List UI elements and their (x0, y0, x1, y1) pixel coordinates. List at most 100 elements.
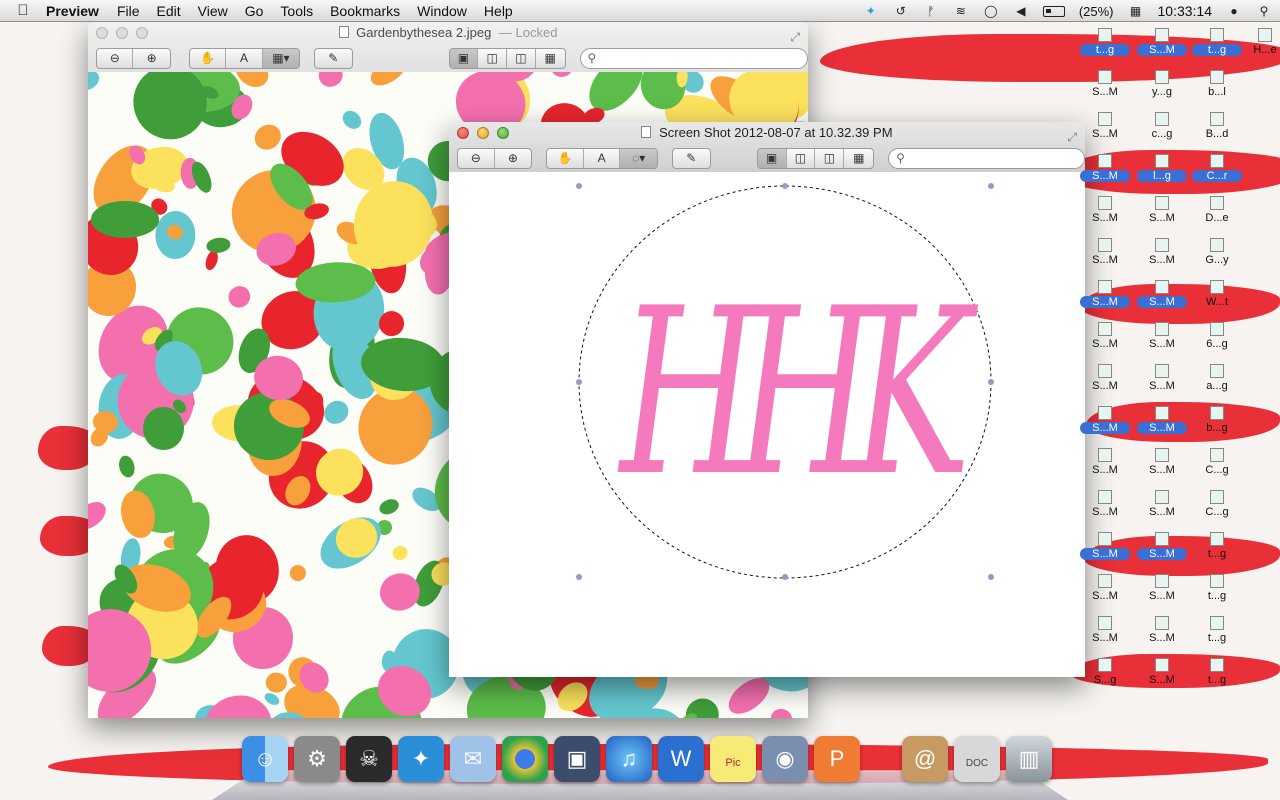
selection-handle[interactable] (988, 574, 994, 580)
desktop-file-icon[interactable]: C...g (1192, 490, 1242, 530)
iphoto-icon[interactable]: ▣ (554, 736, 600, 782)
desktop-file-icon[interactable]: S...M (1080, 532, 1130, 572)
desktop-file-icon[interactable]: S...M (1137, 532, 1187, 572)
desktop-file-icon[interactable]: t...g (1080, 28, 1130, 68)
desktop-file-icon[interactable]: a...g (1192, 364, 1242, 404)
desktop-file-icon[interactable]: S...M (1137, 616, 1187, 656)
desktop-file-icon[interactable]: W...t (1192, 280, 1242, 320)
mail-icon[interactable]: ✉ (450, 736, 496, 782)
desktop-file-icon[interactable]: S...M (1137, 238, 1187, 278)
desktop-file-icon[interactable]: S...M (1080, 364, 1130, 404)
zoom-button[interactable] (136, 27, 148, 39)
move-tool-icon[interactable]: ✋ (547, 148, 584, 168)
desktop-file-icon[interactable]: H...e (1240, 28, 1280, 68)
documents-icon[interactable]: DOC (954, 736, 1000, 782)
image-canvas[interactable]: HHK (449, 172, 1085, 677)
zoom-in-button[interactable]: ⊕ (495, 149, 532, 168)
minimize-button[interactable] (477, 127, 489, 139)
desktop-file-icon[interactable]: S...M (1137, 658, 1187, 698)
view-content-only[interactable]: ▣ (757, 148, 787, 168)
address-book-icon[interactable]: @ (902, 736, 948, 782)
search-field[interactable]: ⚲ (579, 47, 808, 69)
twitter-icon[interactable]: ✦ (398, 736, 444, 782)
desktop-file-icon[interactable]: S...M (1080, 406, 1130, 446)
desktop-file-icon[interactable]: S...g (1080, 658, 1130, 698)
trash-icon[interactable]: ▥ (1006, 736, 1052, 782)
menu-view[interactable]: View (198, 3, 228, 19)
desktop-file-icon[interactable]: t...g (1192, 28, 1242, 68)
zoom-in-button[interactable]: ⊕ (133, 49, 169, 68)
user-icon[interactable]: ● (1226, 4, 1242, 18)
word-icon[interactable]: W (658, 736, 704, 782)
time-machine-icon[interactable]: ↺ (893, 4, 909, 18)
text-tool-icon[interactable]: A (584, 148, 621, 168)
view-table-of-contents[interactable]: ◫ (815, 148, 845, 168)
zoom-button[interactable] (497, 127, 509, 139)
view-content-only[interactable]: ▣ (449, 48, 479, 68)
view-thumbnails[interactable]: ◫ (787, 148, 816, 168)
desktop-file-icon[interactable]: S...M (1137, 448, 1187, 488)
menu-tools[interactable]: Tools (280, 3, 313, 19)
selection-handle[interactable] (988, 183, 994, 189)
annotate-icon[interactable]: ✎ (315, 49, 351, 68)
elliptical-select-tool-icon[interactable]: ◌▾ (620, 148, 657, 168)
desktop-file-icon[interactable]: S...M (1080, 616, 1130, 656)
desktop-file-icon[interactable]: G...y (1192, 238, 1242, 278)
apple-menu-icon[interactable]:  (0, 2, 46, 19)
skull-app-icon[interactable]: ☠ (346, 736, 392, 782)
menu-bookmarks[interactable]: Bookmarks (330, 3, 400, 19)
desktop-file-icon[interactable]: S...M (1080, 238, 1130, 278)
view-contact-sheet[interactable]: ▦ (536, 49, 565, 68)
desktop-file-icon[interactable]: C...g (1192, 448, 1242, 488)
twitter-icon[interactable]: ✦ (863, 4, 879, 18)
desktop-file-icon[interactable]: t...g (1192, 658, 1242, 698)
text-tool-icon[interactable]: A (226, 48, 263, 68)
minimize-button[interactable] (116, 27, 128, 39)
spotlight-icon[interactable]: ⚲ (1256, 4, 1272, 18)
desktop-file-icon[interactable]: B...d (1192, 112, 1242, 152)
desktop-file-icon[interactable]: b...l (1192, 70, 1242, 110)
fullscreen-icon[interactable]: ⤢ (1067, 126, 1077, 148)
desktop-file-icon[interactable]: S...M (1137, 280, 1187, 320)
desktop-file-icon[interactable]: D...e (1192, 196, 1242, 236)
desktop-file-icon[interactable]: S...M (1080, 154, 1130, 194)
title-bar[interactable]: Gardenbythesea 2.jpeg — Locked ⤢ (88, 22, 808, 44)
desktop-file-icon[interactable]: C...r (1192, 154, 1242, 194)
title-bar[interactable]: Screen Shot 2012-08-07 at 10.32.39 PM ⤢ (449, 122, 1085, 144)
desktop-file-icon[interactable]: S...M (1137, 196, 1187, 236)
desktop-file-icon[interactable]: c...g (1137, 112, 1187, 152)
close-button[interactable] (96, 27, 108, 39)
desktop-file-icon[interactable]: S...M (1137, 322, 1187, 362)
zoom-out-button[interactable]: ⊖ (458, 148, 495, 168)
close-button[interactable] (457, 127, 469, 139)
battery-icon[interactable] (1042, 5, 1065, 17)
bluetooth-icon[interactable]: ᚡ (923, 4, 939, 18)
selection-handle[interactable] (576, 379, 582, 385)
selection-handle[interactable] (782, 574, 788, 580)
clock[interactable]: 10:33:14 (1158, 3, 1213, 19)
itunes-icon[interactable]: ♫ (606, 736, 652, 782)
desktop-file-icon[interactable]: t...g (1192, 616, 1242, 656)
preview-icon[interactable]: ◉ (762, 736, 808, 782)
desktop-file-icon[interactable]: t...g (1192, 532, 1242, 572)
calendar-icon[interactable]: ▦ (1128, 4, 1144, 18)
desktop-file-icon[interactable]: S...M (1080, 196, 1130, 236)
desktop-file-icon[interactable]: S...M (1137, 406, 1187, 446)
desktop-file-icon[interactable]: y...g (1137, 70, 1187, 110)
wifi-icon[interactable]: ≋ (953, 4, 969, 18)
app-menu[interactable]: Preview (46, 3, 99, 19)
search-field[interactable]: ⚲ (888, 147, 1085, 169)
view-table-of-contents[interactable]: ◫ (507, 48, 536, 68)
desktop-file-icon[interactable]: S...M (1080, 574, 1130, 614)
selection-handle[interactable] (576, 574, 582, 580)
selection-handle[interactable] (576, 183, 582, 189)
view-thumbnails[interactable]: ◫ (478, 48, 508, 68)
desktop-file-icon[interactable]: S...M (1080, 448, 1130, 488)
desktop-file-icon[interactable]: S...M (1137, 364, 1187, 404)
select-tool-icon[interactable]: ▦▾ (262, 48, 300, 68)
desktop-file-icon[interactable]: b...g (1192, 406, 1242, 446)
desktop-file-icon[interactable]: S...M (1080, 490, 1130, 530)
desktop-file-icon[interactable]: S...M (1137, 490, 1187, 530)
desktop-file-icon[interactable]: S...M (1080, 112, 1130, 152)
chrome-icon[interactable] (502, 736, 548, 782)
